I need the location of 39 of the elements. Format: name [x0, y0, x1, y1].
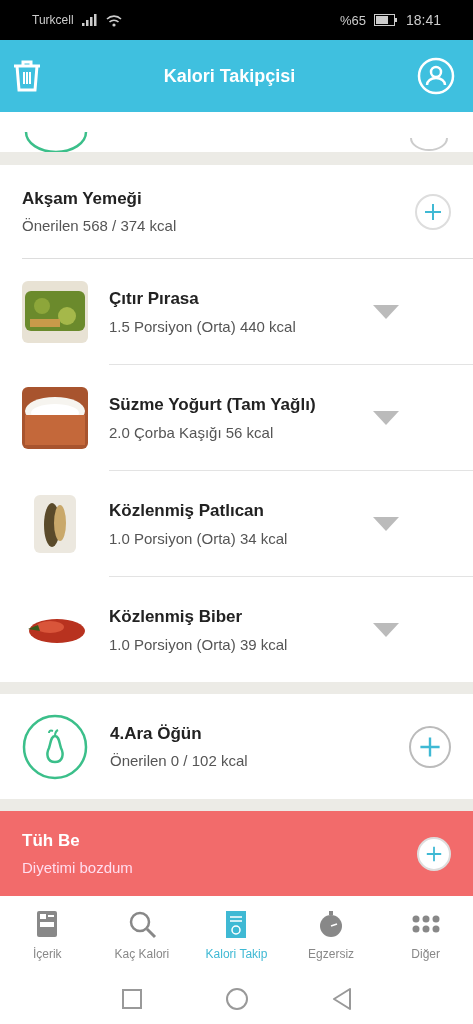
home-icon[interactable]: [225, 988, 248, 1010]
food-name: Çıtır Pırasa: [109, 288, 200, 309]
meal-title: Akşam Yemeği: [22, 189, 143, 209]
battery-icon: [373, 14, 398, 26]
food-portion: 1.0 Porsiyon (Orta) 34 kcal: [109, 529, 289, 547]
snack-summary: Önerilen 0 / 102 kcal: [110, 752, 249, 769]
trash-icon[interactable]: [12, 59, 42, 93]
profile-icon[interactable]: [417, 57, 455, 95]
food-name: Közlenmiş Biber: [109, 606, 244, 627]
dropdown-icon[interactable]: [373, 410, 399, 425]
snack-title: 4.Ara Öğün: [110, 724, 203, 744]
dropdown-icon[interactable]: [373, 516, 399, 531]
food-name: Süzme Yoğurt (Tam Yağlı): [109, 394, 317, 415]
meal-ring-icon: [24, 132, 88, 152]
add-snack-button[interactable]: [409, 725, 451, 768]
dropdown-icon[interactable]: [373, 622, 399, 637]
food-portion: 1.0 Porsiyon (Orta) 39 kcal: [109, 635, 289, 653]
meal-summary: Önerilen 568 / 374 kcal: [22, 217, 177, 234]
food-name: Közlenmiş Patlıcan: [109, 500, 265, 521]
wifi-icon: [105, 13, 122, 27]
add-cheat-button[interactable]: [417, 836, 451, 871]
carrier-name: Turkcell: [32, 13, 74, 27]
plus-icon: [425, 844, 443, 863]
dropdown-icon[interactable]: [373, 304, 399, 319]
header-title: Kalori Takipçisi: [163, 65, 296, 87]
plus-icon: [423, 201, 443, 222]
cheat-summary: Diyetimi bozdum: [22, 859, 133, 876]
food-portion: 1.5 Porsiyon (Orta) 440 kcal: [109, 317, 297, 335]
add-ring-icon: [409, 138, 449, 152]
add-food-button[interactable]: [415, 193, 451, 230]
food-portion: 2.0 Çorba Kaşığı 56 kcal: [109, 423, 275, 441]
pear-icon: [22, 713, 88, 780]
recents-icon[interactable]: [121, 989, 142, 1009]
back-icon[interactable]: [331, 988, 352, 1010]
battery-percent: %65: [339, 12, 366, 28]
clock-time: 18:41: [405, 12, 441, 28]
signal-icon: [81, 14, 98, 26]
plus-icon: [418, 734, 442, 759]
cheat-title: Tüh Be: [22, 831, 81, 851]
